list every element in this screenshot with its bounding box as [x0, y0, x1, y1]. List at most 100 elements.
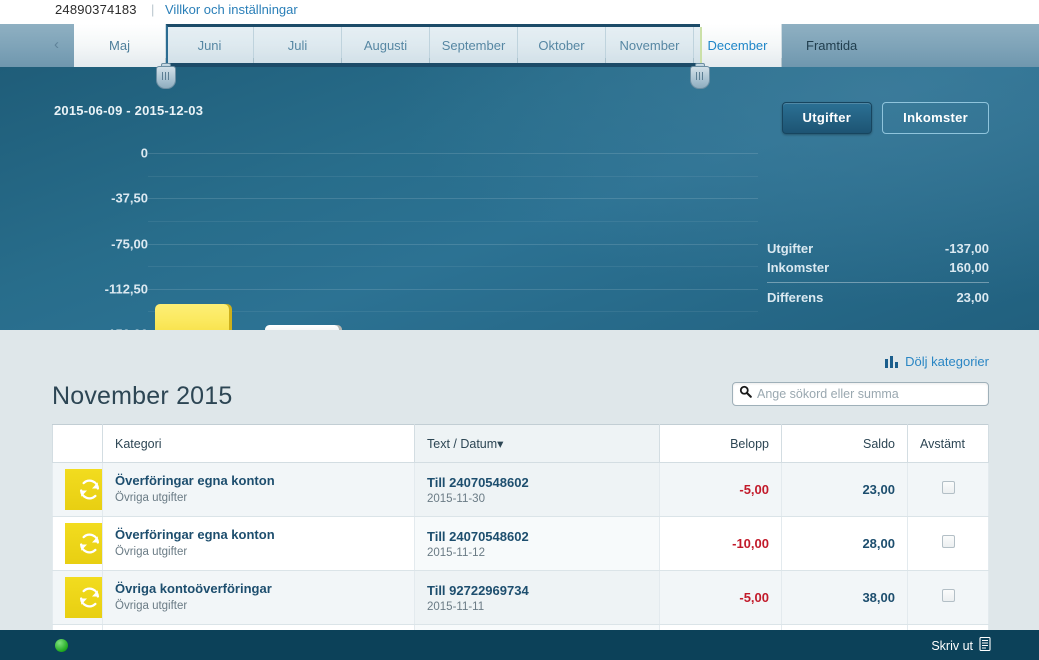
summary-label-differens: Differens — [767, 290, 824, 305]
search-box[interactable] — [732, 382, 989, 406]
month-tab-label: Oktober — [538, 38, 585, 53]
chart-y-tick-label: -37,50 — [111, 190, 148, 206]
chart-gridline-minor — [148, 175, 758, 177]
row-text-date-cell: Till 24070548602 2015-11-30 — [414, 462, 660, 517]
chart-y-tick-label: 0 — [140, 145, 148, 161]
row-amount-cell: -5,00 — [659, 570, 782, 625]
month-tab-juni[interactable]: Juni — [166, 24, 254, 67]
bar-chart-icon — [885, 355, 899, 368]
month-tab-juli[interactable]: Juli — [254, 24, 342, 67]
toggle-utgifter-button[interactable]: Utgifter — [781, 102, 873, 134]
summary-row-differens: Differens 23,00 — [767, 282, 989, 307]
month-tab-label: September — [441, 38, 506, 53]
chart-y-tick-label: -112,50 — [104, 281, 148, 297]
toggle-inkomster-button[interactable]: Inkomster — [882, 102, 989, 134]
range-handle-left[interactable] — [156, 63, 176, 89]
reconciled-checkbox[interactable] — [941, 480, 955, 494]
previous-months-chevron-icon[interactable]: ‹ — [54, 37, 59, 52]
column-header-text-datum[interactable]: Text / Datum▾ — [414, 424, 660, 463]
table-row[interactable]: Övriga kontoöverföringar Övriga utgifter T… — [52, 570, 989, 625]
row-text-date-cell: Till 92722969734 2015-11-11 — [414, 570, 660, 625]
month-tab-oktober[interactable]: Oktober — [518, 24, 606, 67]
range-handle-left-grip-icon — [162, 72, 170, 80]
account-number: 24890374183 — [55, 2, 137, 17]
row-category-cell: Överföringar egna konton Övriga utgifter — [102, 516, 415, 571]
row-category-icon-cell[interactable] — [52, 462, 115, 517]
row-text: Till 24070548602 — [427, 474, 529, 490]
row-saldo: 28,00 — [781, 516, 908, 571]
row-amount-cell: -5,00 — [659, 462, 782, 517]
table-header-row: Kategori Text / Datum▾ Belopp Saldo Avst… — [52, 424, 989, 463]
month-tab-september[interactable]: September — [430, 24, 518, 67]
application-window: 24890374183 | Villkor och inställningar … — [0, 0, 1039, 660]
table-row[interactable]: Överföringar egna konton Övriga utgifter T… — [52, 516, 989, 571]
row-subcategory: Övriga utgifter — [115, 546, 188, 559]
chart-bar-1[interactable] — [155, 303, 229, 330]
reconciled-checkbox[interactable] — [941, 534, 955, 548]
row-saldo: 38,00 — [781, 570, 908, 625]
column-header-saldo[interactable]: Saldo — [781, 424, 908, 463]
chart-y-axis: -150,00-112,50-75,00-37,500 — [0, 67, 148, 331]
row-category-name: Överföringar egna konton — [115, 472, 275, 488]
print-label: Skriv ut — [931, 638, 973, 653]
summary-value-inkomster: 160,00 — [949, 260, 989, 275]
row-category-icon-cell[interactable] — [52, 516, 115, 571]
row-amount-cell: -10,00 — [659, 516, 782, 571]
month-tab-label: November — [619, 38, 680, 53]
connection-status-indicator-icon — [55, 639, 68, 652]
row-subcategory: Övriga utgifter — [115, 492, 188, 505]
month-track: Maj Juni Juli Augusti September Oktober Novemb… — [74, 24, 782, 67]
month-range-bottom-edge — [166, 63, 700, 67]
month-tab-december[interactable]: December — [694, 24, 782, 67]
row-category-icon-cell[interactable] — [52, 570, 115, 625]
row-amount: -5,00 — [739, 590, 769, 605]
column-header-avstamt[interactable]: Avstämt — [907, 424, 989, 463]
row-text: Till 24070548602 — [427, 528, 529, 544]
search-input[interactable] — [757, 387, 982, 401]
summary-row-inkomster: Inkomster 160,00 — [767, 258, 989, 277]
month-tab-maj[interactable]: Maj — [74, 24, 166, 67]
table-row[interactable]: Överföringar egna konton Övriga utgifter T… — [52, 462, 989, 517]
month-tab-label: December — [707, 38, 768, 53]
bottom-bar: Skriv ut — [0, 630, 1039, 660]
row-reconciled-cell — [907, 462, 989, 517]
chart-gridline — [148, 288, 758, 290]
sort-descending-icon: ▾ — [497, 437, 504, 451]
row-amount: -5,00 — [739, 482, 769, 497]
column-header-kategori[interactable]: Kategori — [102, 424, 415, 463]
chart-summary: Utgifter -137,00 Inkomster 160,00 Differ… — [767, 239, 989, 307]
tab-framtida-label: Framtida — [806, 38, 858, 53]
chart-gridline — [148, 198, 758, 200]
month-tab-label: Augusti — [363, 38, 408, 53]
month-tab-augusti[interactable]: Augusti — [342, 24, 430, 67]
summary-label-inkomster: Inkomster — [767, 260, 830, 275]
row-reconciled-cell — [907, 570, 989, 625]
printer-icon — [979, 636, 991, 654]
row-saldo: 23,00 — [781, 462, 908, 517]
row-date: 2015-11-30 — [427, 492, 485, 505]
summary-value-utgifter: -137,00 — [944, 241, 989, 256]
column-header-belopp[interactable]: Belopp — [659, 424, 782, 463]
row-text-date-cell: Till 24070548602 2015-11-12 — [414, 516, 660, 571]
print-button[interactable]: Skriv ut — [931, 636, 991, 654]
chart-panel: 2015-06-09 - 2015-12-03 -150,00-112,50-7… — [0, 67, 1039, 330]
column-header-icon — [52, 424, 103, 463]
chart-gridline — [148, 153, 758, 154]
chart-toggle-group: Utgifter Inkomster — [781, 102, 989, 134]
summary-row-utgifter: Utgifter -137,00 — [767, 239, 989, 258]
row-category-cell: Övriga kontoöverföringar Övriga utgifter — [102, 570, 415, 625]
top-bar-separator: | — [151, 2, 155, 17]
settings-link[interactable]: Villkor och inställningar — [165, 2, 298, 17]
month-tab-label: Juli — [287, 38, 308, 53]
row-reconciled-cell — [907, 516, 989, 571]
month-tab-november[interactable]: November — [606, 24, 694, 67]
tab-framtida[interactable]: Framtida — [782, 24, 1039, 67]
reconciled-checkbox[interactable] — [941, 588, 955, 602]
hide-categories-button[interactable]: Dölj kategorier — [885, 354, 989, 369]
month-tab-label: Juni — [197, 38, 222, 53]
transactions-table: Kategori Text / Datum▾ Belopp Saldo Avst… — [52, 424, 989, 660]
top-bar: 24890374183 | Villkor och inställningar — [0, 0, 1039, 24]
hide-categories-label: Dölj kategorier — [905, 354, 989, 369]
row-date: 2015-11-12 — [427, 546, 485, 559]
range-handle-right[interactable] — [690, 63, 710, 89]
